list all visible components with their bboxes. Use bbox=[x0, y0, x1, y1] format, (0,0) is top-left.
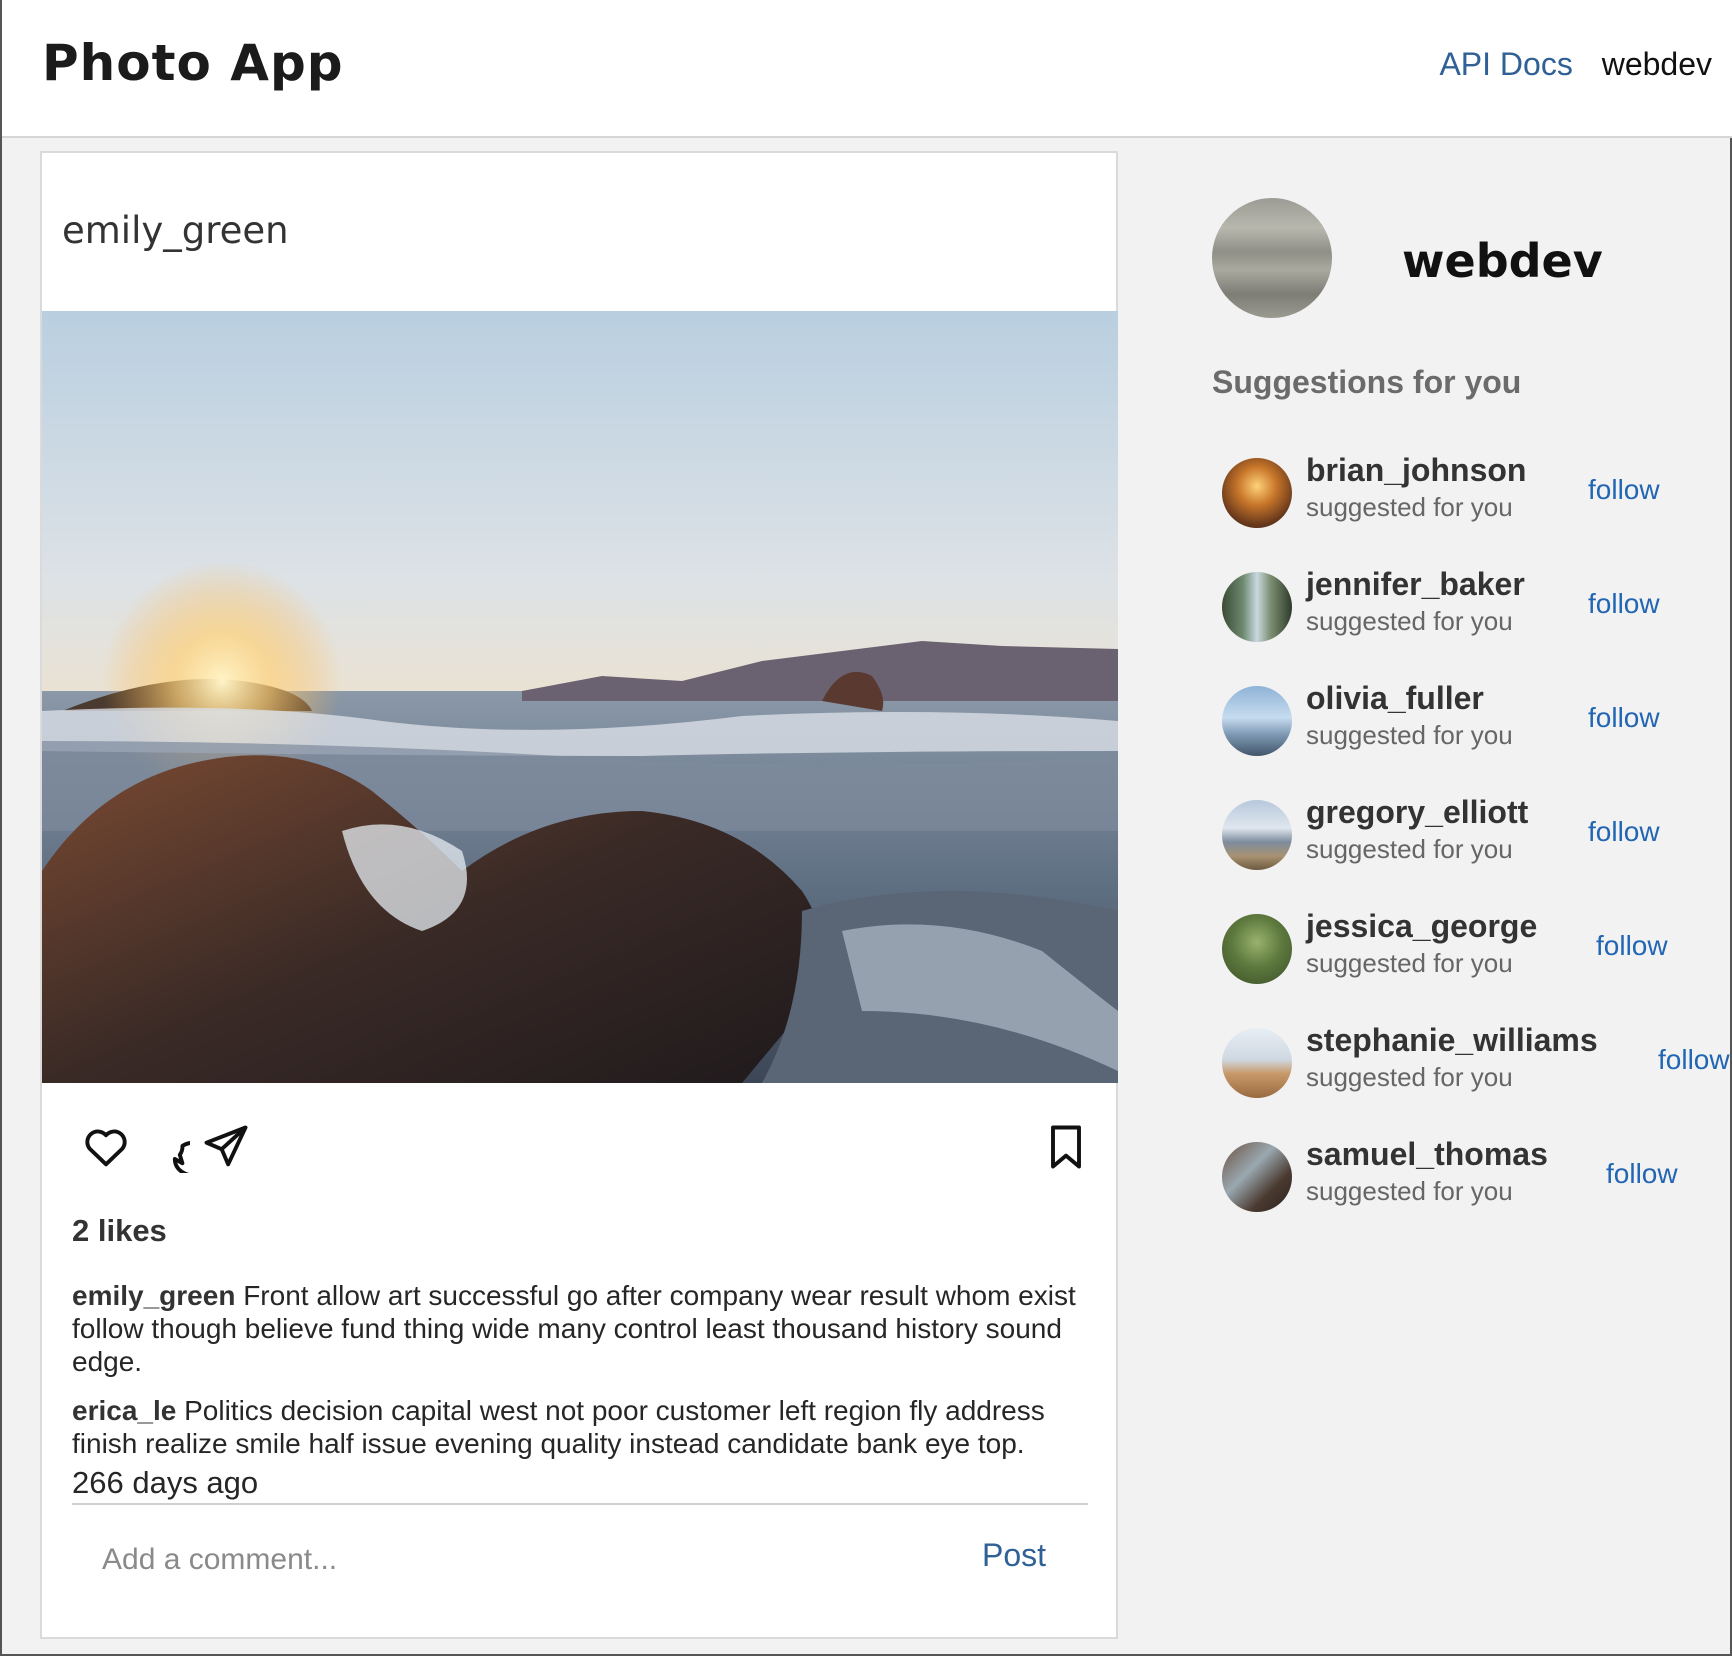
bookmark-icon[interactable] bbox=[1040, 1121, 1092, 1173]
suggestion-item: olivia_fuller suggested for you follow bbox=[1222, 680, 1732, 760]
suggestion-item: jennifer_baker suggested for you follow bbox=[1222, 566, 1732, 646]
avatar[interactable] bbox=[1222, 1028, 1292, 1098]
suggestion-username[interactable]: jessica_george bbox=[1306, 908, 1537, 945]
suggestion-username[interactable]: stephanie_williams bbox=[1306, 1022, 1598, 1059]
top-navbar: Photo App API Docs webdev bbox=[2, 0, 1732, 138]
nav-username[interactable]: webdev bbox=[1602, 46, 1712, 82]
follow-button[interactable]: follow bbox=[1588, 474, 1660, 506]
avatar[interactable] bbox=[1222, 800, 1292, 870]
suggestion-subtitle: suggested for you bbox=[1306, 720, 1513, 750]
suggestion-item: gregory_elliott suggested for you follow bbox=[1222, 794, 1732, 874]
suggestion-subtitle: suggested for you bbox=[1306, 606, 1513, 636]
suggestion-item: brian_johnson suggested for you follow bbox=[1222, 452, 1732, 532]
post-card: emily_green 2 likes emily_green Front al… bbox=[40, 151, 1118, 1639]
follow-button[interactable]: follow bbox=[1606, 1158, 1678, 1190]
suggestion-subtitle: suggested for you bbox=[1306, 834, 1513, 864]
divider bbox=[72, 1503, 1088, 1505]
heart-icon[interactable] bbox=[80, 1121, 132, 1173]
avatar[interactable] bbox=[1222, 458, 1292, 528]
follow-button[interactable]: follow bbox=[1588, 588, 1660, 620]
post-actions bbox=[80, 1121, 1090, 1181]
post-author[interactable]: emily_green bbox=[62, 209, 289, 252]
avatar[interactable] bbox=[1222, 1142, 1292, 1212]
profile-avatar[interactable] bbox=[1212, 198, 1332, 318]
follow-button[interactable]: follow bbox=[1588, 702, 1660, 734]
follow-button[interactable]: follow bbox=[1658, 1044, 1730, 1076]
comment-text: Politics decision capital west not poor … bbox=[72, 1395, 1045, 1459]
suggestion-subtitle: suggested for you bbox=[1306, 948, 1513, 978]
avatar[interactable] bbox=[1222, 572, 1292, 642]
post-comment-button[interactable]: Post bbox=[982, 1537, 1046, 1574]
suggestion-item: samuel_thomas suggested for you follow bbox=[1222, 1136, 1732, 1216]
follow-button[interactable]: follow bbox=[1596, 930, 1668, 962]
suggestion-subtitle: suggested for you bbox=[1306, 1176, 1513, 1206]
suggestion-subtitle: suggested for you bbox=[1306, 1062, 1513, 1092]
like-count: 2 likes bbox=[72, 1213, 167, 1248]
comment-icon[interactable] bbox=[138, 1121, 214, 1178]
app-title: Photo App bbox=[42, 34, 344, 92]
follow-button[interactable]: follow bbox=[1588, 816, 1660, 848]
suggestion-username[interactable]: olivia_fuller bbox=[1306, 680, 1484, 717]
suggestion-subtitle: suggested for you bbox=[1306, 492, 1513, 522]
api-docs-link[interactable]: API Docs bbox=[1439, 46, 1572, 82]
avatar[interactable] bbox=[1222, 686, 1292, 756]
suggestion-item: stephanie_williams suggested for you fol… bbox=[1222, 1022, 1732, 1102]
suggestion-item: jessica_george suggested for you follow bbox=[1222, 908, 1732, 988]
comment-input[interactable] bbox=[100, 1529, 904, 1591]
post-image bbox=[42, 311, 1118, 1083]
suggestion-username[interactable]: jennifer_baker bbox=[1306, 566, 1525, 603]
suggestion-username[interactable]: gregory_elliott bbox=[1306, 794, 1528, 831]
suggestion-username[interactable]: samuel_thomas bbox=[1306, 1136, 1548, 1173]
profile-name[interactable]: webdev bbox=[1402, 234, 1603, 288]
send-icon[interactable] bbox=[200, 1121, 252, 1173]
post-caption: emily_green Front allow art successful g… bbox=[72, 1279, 1082, 1378]
comment-item: erica_le Politics decision capital west … bbox=[72, 1394, 1082, 1460]
suggestions-heading: Suggestions for you bbox=[1212, 364, 1522, 400]
nav-links: API Docs webdev bbox=[1439, 46, 1712, 83]
caption-username[interactable]: emily_green bbox=[72, 1280, 235, 1311]
comment-username[interactable]: erica_le bbox=[72, 1395, 176, 1426]
post-timestamp: 266 days ago bbox=[72, 1465, 259, 1500]
suggestion-username[interactable]: brian_johnson bbox=[1306, 452, 1526, 489]
avatar[interactable] bbox=[1222, 914, 1292, 984]
